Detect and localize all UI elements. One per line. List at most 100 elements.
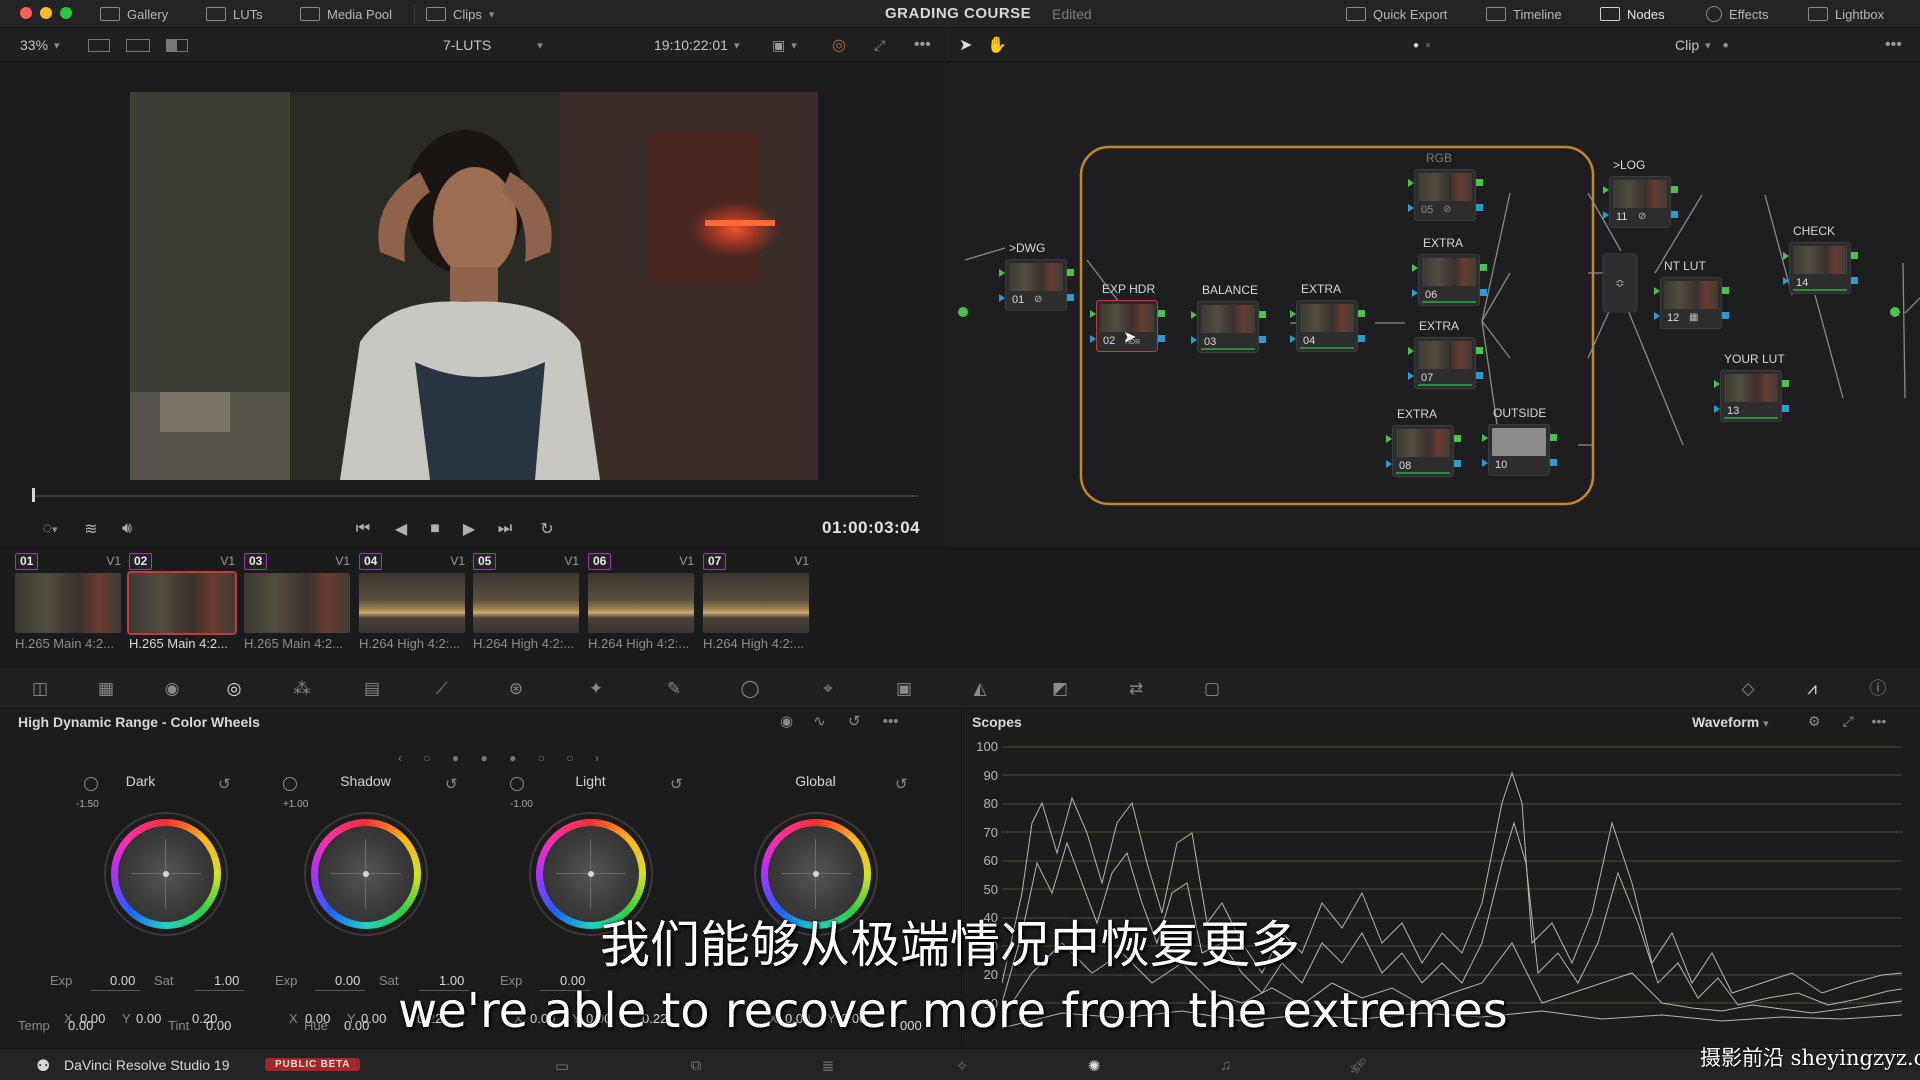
key-input[interactable] — [1290, 335, 1296, 343]
rgb-output[interactable] — [1358, 310, 1365, 317]
exp-slider[interactable] — [315, 990, 365, 991]
media-pool-button[interactable]: Media Pool — [300, 0, 392, 28]
qualifier-button[interactable]: ✦ — [584, 679, 608, 699]
more-icon[interactable]: ••• — [1872, 713, 1887, 729]
key-output[interactable] — [1454, 460, 1461, 467]
lightbox-button[interactable]: Lightbox — [1808, 0, 1884, 28]
rgb-input[interactable] — [1191, 311, 1197, 319]
node-14[interactable]: 14 — [1783, 242, 1858, 294]
info-button[interactable]: ⓘ — [1866, 679, 1890, 699]
rgb-output[interactable] — [1067, 269, 1074, 276]
node-mode-dropdown[interactable]: Clip ▾ ● — [1675, 28, 1729, 62]
node-07[interactable]: 07 — [1408, 337, 1483, 389]
rgb-input[interactable] — [1386, 435, 1392, 443]
timeline-selector[interactable]: 7-LUTS ▾ — [443, 28, 543, 62]
stop-button[interactable]: ■ — [422, 519, 448, 539]
loop-mode-button[interactable]: ◌ ▾ — [28, 519, 72, 539]
hdr-wheels-button[interactable]: ◎ — [222, 679, 246, 699]
gallery-button[interactable]: Gallery — [100, 0, 168, 28]
rgb-output[interactable] — [1454, 435, 1461, 442]
tint-value[interactable]: 0.00 — [206, 1018, 231, 1033]
rgb-output[interactable] — [1259, 311, 1266, 318]
bypass-button[interactable]: ◎ — [832, 28, 846, 62]
rgb-output[interactable] — [1480, 264, 1487, 271]
node-05[interactable]: 05 ⊘ — [1408, 169, 1483, 221]
hand-tool-button[interactable]: ✋ — [987, 28, 1007, 62]
layers-button[interactable]: ≋ — [78, 519, 104, 539]
zoom-dropdown[interactable]: 33% ▾ — [20, 28, 60, 62]
play-button[interactable]: ▶ — [456, 519, 482, 539]
scope-type-dropdown[interactable]: Waveform ▾ — [1692, 714, 1769, 730]
key-input[interactable] — [1090, 335, 1096, 343]
viewer-frame[interactable] — [130, 92, 818, 480]
rgb-input[interactable] — [1412, 264, 1418, 272]
key-output[interactable] — [1358, 335, 1365, 342]
reset-icon[interactable]: ↺ — [445, 775, 458, 793]
key-output[interactable] — [1480, 289, 1487, 296]
sat-value[interactable]: 1.00 — [214, 973, 239, 988]
wheel-center-handle[interactable] — [813, 871, 819, 877]
node-08[interactable]: 08 — [1386, 425, 1461, 477]
volume-button[interactable]: 🔊︎ — [114, 519, 140, 539]
settings-icon[interactable]: ⚙ — [1808, 713, 1821, 729]
key-output[interactable] — [1722, 312, 1729, 319]
viewer-options-button[interactable]: ••• — [914, 28, 931, 62]
key-input[interactable] — [1191, 336, 1197, 344]
rgb-input[interactable] — [1408, 347, 1414, 355]
fusion-page-button[interactable]: ✧ — [948, 1057, 976, 1075]
key-output[interactable] — [1476, 372, 1483, 379]
luts-button[interactable]: LUTs — [206, 0, 263, 28]
rgb-input[interactable] — [999, 269, 1005, 277]
go-to-start-button[interactable]: ⏮︎ — [350, 519, 376, 539]
rgb-input[interactable] — [1603, 186, 1609, 194]
reset-icon[interactable]: ↺ — [848, 713, 861, 730]
key-output[interactable] — [1067, 294, 1074, 301]
clip-thumbnail[interactable]: 01 V1 H.265 Main 4:2... — [12, 549, 124, 661]
single-view-button[interactable] — [88, 28, 110, 62]
fairlight-page-button[interactable]: ♫ — [1212, 1057, 1240, 1074]
cut-page-button[interactable]: ⧉ — [682, 1057, 710, 1074]
expand-icon[interactable]: ⤢ — [1842, 713, 1853, 729]
go-to-end-button[interactable]: ⏭︎ — [492, 519, 518, 539]
pointer-tool-button[interactable]: ➤ — [959, 28, 972, 62]
rgb-output[interactable] — [1722, 287, 1729, 294]
rgb-input[interactable] — [1654, 287, 1660, 295]
rgb-input[interactable] — [1714, 380, 1720, 388]
color-page-button[interactable]: ✺ — [1080, 1057, 1108, 1075]
color-wheel[interactable] — [104, 812, 228, 936]
effects-button[interactable]: Effects — [1706, 0, 1769, 28]
rgb-input[interactable] — [1090, 310, 1096, 318]
key-input[interactable] — [1408, 204, 1414, 212]
more-icon[interactable]: ••• — [883, 713, 899, 730]
rgb-output[interactable] — [1158, 310, 1165, 317]
eyedropper-button[interactable]: ✎ — [662, 679, 686, 699]
wheel-center-handle[interactable] — [163, 871, 169, 877]
node-04[interactable]: 04 — [1290, 300, 1365, 352]
wheel-center-handle[interactable] — [588, 871, 594, 877]
key-output[interactable] — [1782, 405, 1789, 412]
fullscreen-button[interactable]: ⤢ — [874, 28, 885, 62]
blur-button[interactable]: ◭ — [968, 679, 992, 699]
exp-slider[interactable] — [90, 990, 140, 991]
rgb-input[interactable] — [1290, 310, 1296, 318]
key-input[interactable] — [1714, 405, 1720, 413]
tracker-button[interactable]: ⌖ — [816, 679, 840, 699]
node-11[interactable]: 11 ⊘ — [1603, 176, 1678, 228]
key-input[interactable] — [1603, 211, 1609, 219]
reset-icon[interactable]: ↺ — [670, 775, 683, 793]
clip-thumbnail[interactable]: 06 V1 H.264 High 4:2:... — [585, 549, 697, 661]
key-output[interactable] — [1259, 336, 1266, 343]
rgb-output[interactable] — [1550, 434, 1557, 441]
clips-button[interactable]: Clips ▾ — [426, 0, 494, 28]
key-output[interactable] — [1671, 211, 1678, 218]
key-output[interactable] — [1550, 459, 1557, 466]
key-input[interactable] — [999, 294, 1005, 302]
loop-button[interactable]: ↻ — [534, 519, 560, 539]
scrubber-playhead[interactable] — [32, 488, 35, 502]
sat-slider[interactable] — [194, 990, 244, 991]
exp-value[interactable]: 0.00 — [335, 973, 360, 988]
keyframes-button[interactable]: ◇ — [1736, 679, 1760, 699]
reset-icon[interactable]: ↺ — [218, 775, 231, 793]
node-01[interactable]: 01 ⊘ — [999, 259, 1074, 311]
sizing-button[interactable]: ⇄ — [1124, 679, 1148, 699]
